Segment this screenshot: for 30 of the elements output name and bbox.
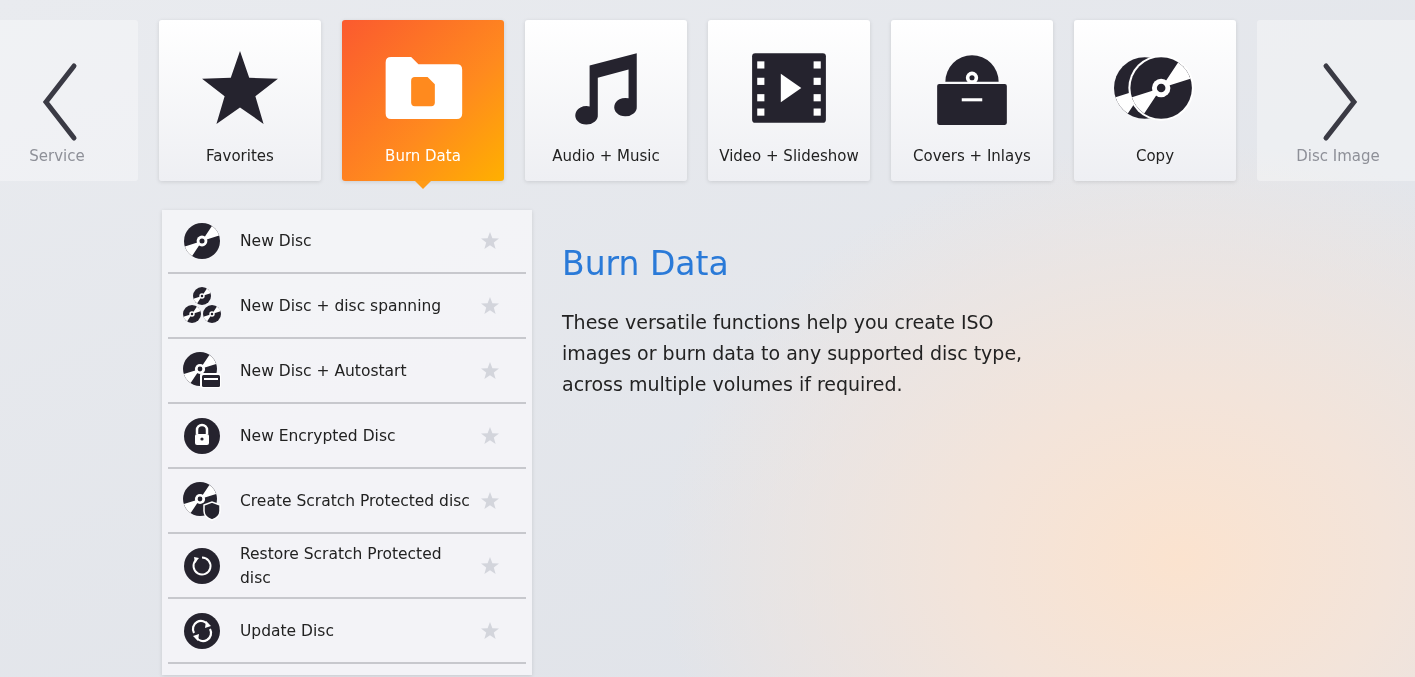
favorite-star-icon[interactable] [480, 426, 500, 446]
discs-icon [182, 286, 222, 326]
category-tile[interactable]: Copy [1074, 20, 1236, 181]
refresh-icon [182, 611, 222, 651]
lock-icon [182, 416, 222, 456]
category-tile[interactable]: Audio + Music [525, 20, 687, 181]
favorite-star-icon[interactable] [480, 361, 500, 381]
chevron-left-icon[interactable] [40, 62, 80, 142]
favorite-star-icon[interactable] [480, 491, 500, 511]
disc-shield-icon [182, 481, 222, 521]
function-item[interactable]: New Encrypted Disc [240, 424, 476, 448]
function-item[interactable]: Create Scratch Protected disc [240, 489, 476, 513]
disc-window-icon [182, 351, 222, 391]
function-item[interactable]: Update Disc [240, 619, 476, 643]
favorite-star-icon[interactable] [480, 296, 500, 316]
section-description: These versatile functions help you create ISO images or burn data to any supported disc type, across multiple volumes if required. [562, 310, 1024, 397]
favorite-star-icon[interactable] [480, 231, 500, 251]
function-item[interactable]: Restore Scratch Protected disc [240, 542, 476, 590]
category-tile[interactable]: Favorites [159, 20, 321, 181]
section-title: Burn Data [562, 244, 730, 283]
disc-icon [182, 221, 222, 261]
category-tile[interactable]: Covers + Inlays [891, 20, 1053, 181]
chevron-right-icon[interactable] [1320, 62, 1360, 142]
category-tile[interactable]: Video + Slideshow [708, 20, 870, 181]
favorite-star-icon[interactable] [480, 621, 500, 641]
function-item[interactable]: New Disc [240, 229, 476, 253]
function-item[interactable]: New Disc + disc spanning [240, 294, 476, 318]
restore-icon [182, 546, 222, 586]
favorite-star-icon[interactable] [480, 556, 500, 576]
function-item[interactable]: New Disc + Autostart [240, 359, 476, 383]
